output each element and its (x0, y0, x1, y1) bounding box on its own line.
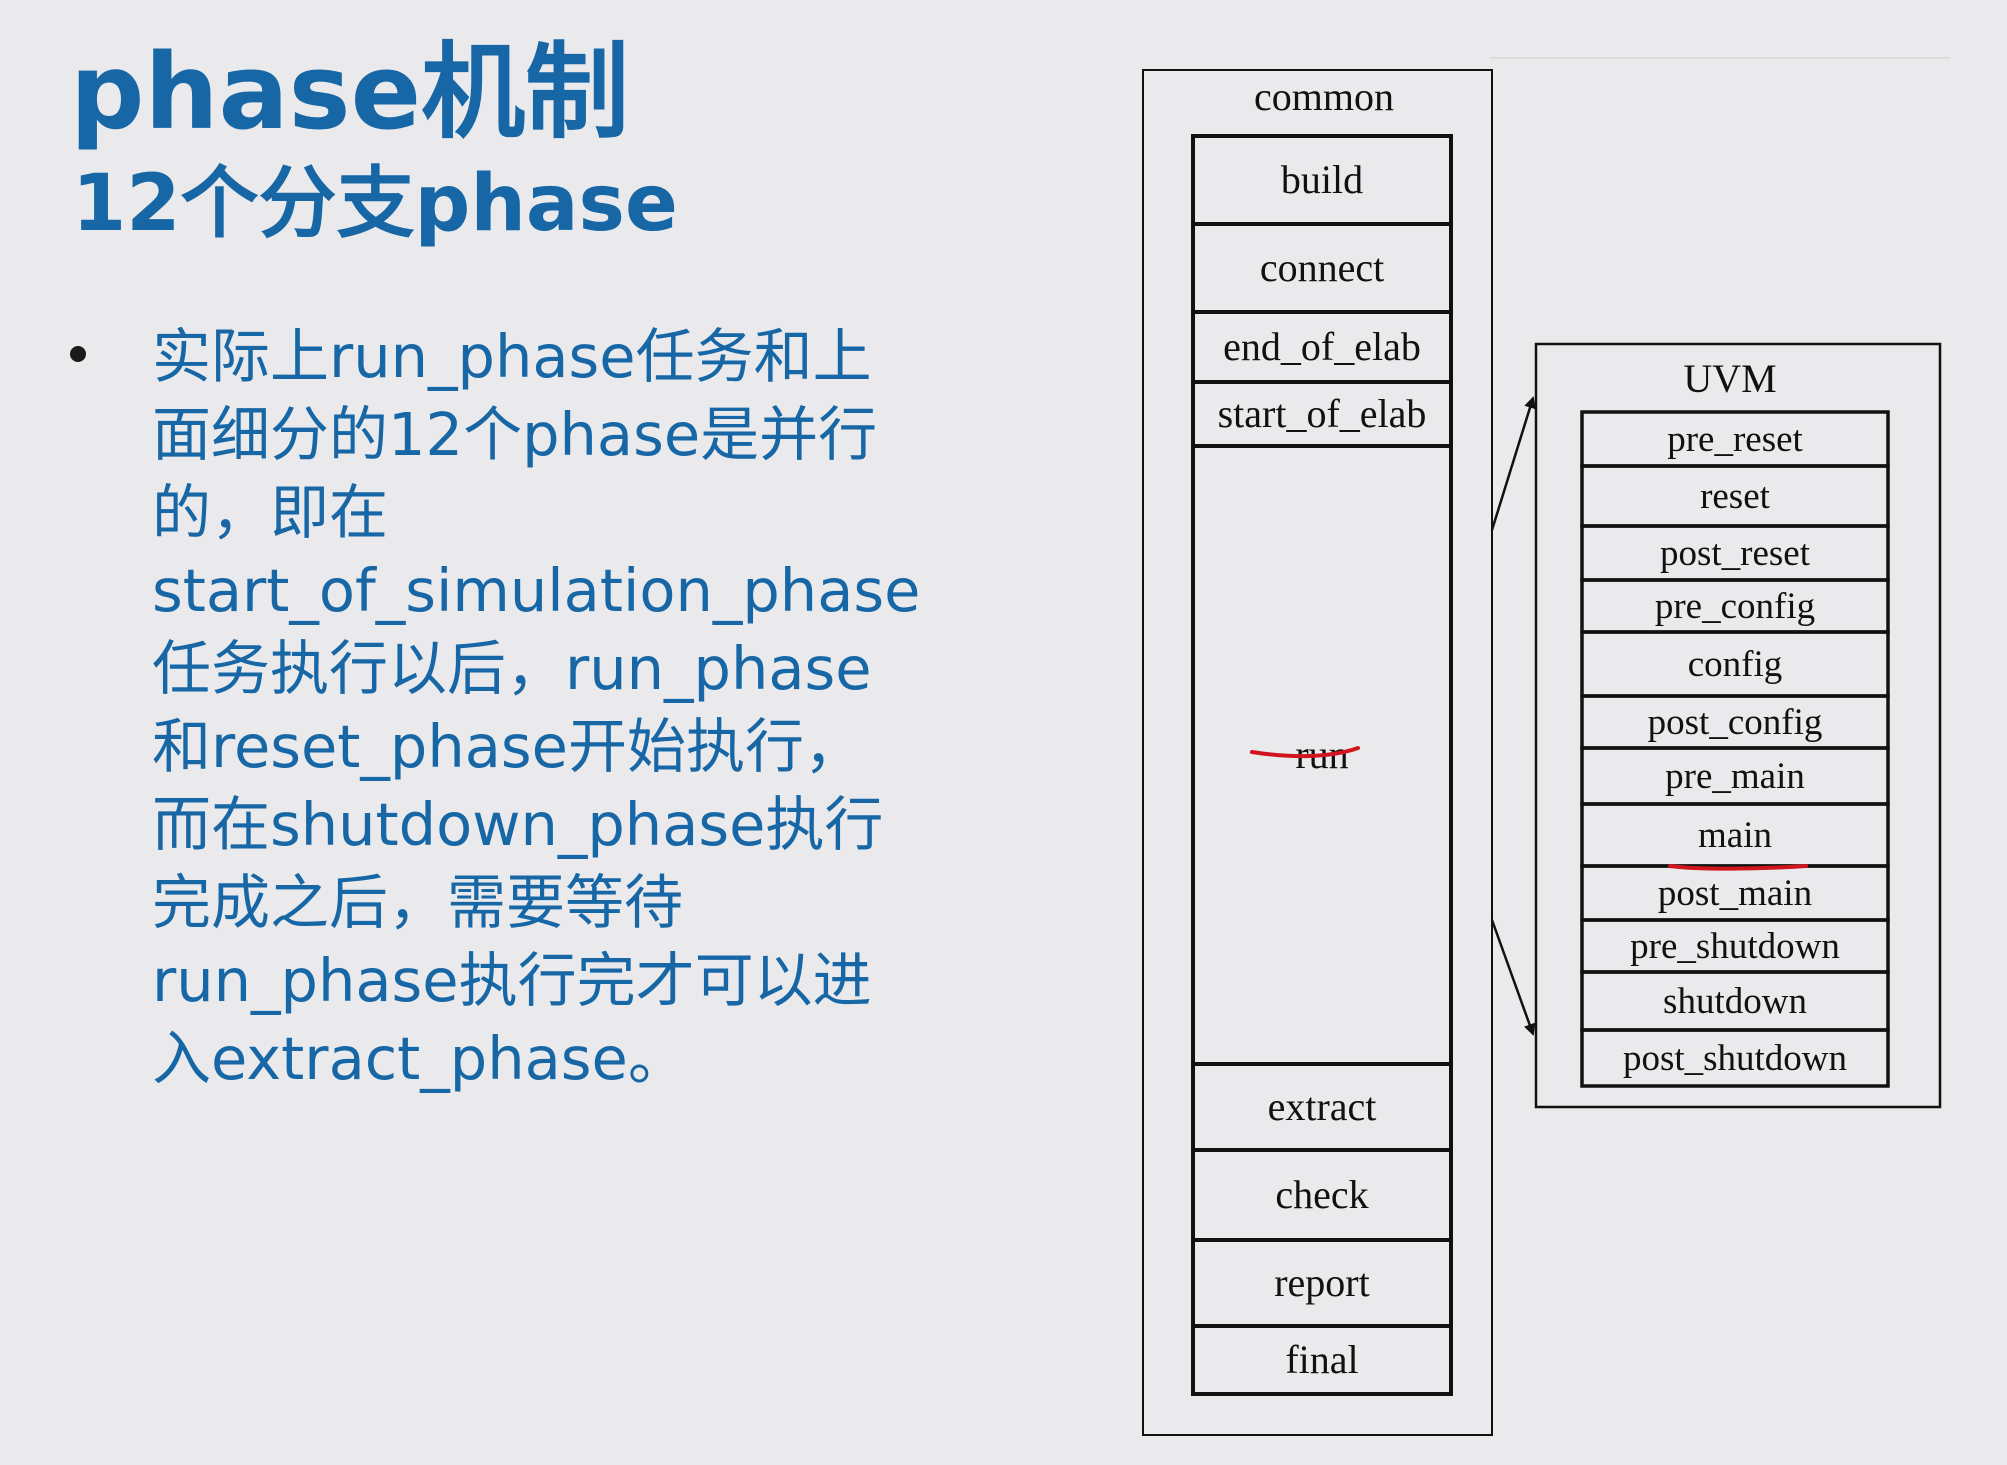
common-phase-column: buildconnectend_of_elabstart_of_elabrune… (1191, 134, 1453, 1396)
common-report-label: report (1274, 1260, 1370, 1305)
common-end-of-elab-label: end_of_elab (1223, 324, 1421, 369)
uvm-post-config-label: post_config (1648, 702, 1823, 743)
uvm-post-main-label: post_main (1658, 873, 1812, 914)
arrow-to-post-shutdown (1490, 919, 1536, 1036)
phase-diagram: common build connect end_of_elab start_of_e… (1142, 57, 1950, 1436)
uvm-pre-config-label: pre_config (1655, 586, 1815, 627)
uvm-config-label: config (1688, 644, 1783, 685)
uvm-reset-label: reset (1700, 476, 1771, 517)
common-build-label: build (1281, 157, 1363, 202)
common-extract-label: extract (1268, 1084, 1377, 1129)
uvm-pre-shutdown-label: pre_shutdown (1630, 926, 1840, 967)
uvm-post-shutdown-label: post_shutdown (1623, 1038, 1847, 1079)
uvm-phase-column: pre_resetreset post_reset pre_configconfig… (1580, 410, 1890, 1088)
uvm-pre-main-label: pre_main (1665, 756, 1805, 797)
uvm-pre-reset-label: pre_reset (1667, 419, 1803, 460)
uvm-shutdown-label: shutdown (1663, 981, 1807, 1022)
common-final-label: final (1285, 1337, 1358, 1382)
slide: phase机制 12个分支phase 实际上run_phase任务和上 面细分的… (0, 0, 2007, 1465)
common-connect-label: connect (1260, 245, 1384, 290)
uvm-label: UVM (1683, 356, 1776, 401)
uvm-post-reset-label: post_reset (1660, 533, 1811, 574)
common-label: common (1254, 74, 1394, 119)
common-start-of-elab-label: start_of_elab (1218, 391, 1427, 436)
arrow-to-pre-reset (1490, 396, 1536, 531)
common-check-label: check (1275, 1172, 1368, 1217)
uvm-main-label: main (1698, 815, 1772, 856)
